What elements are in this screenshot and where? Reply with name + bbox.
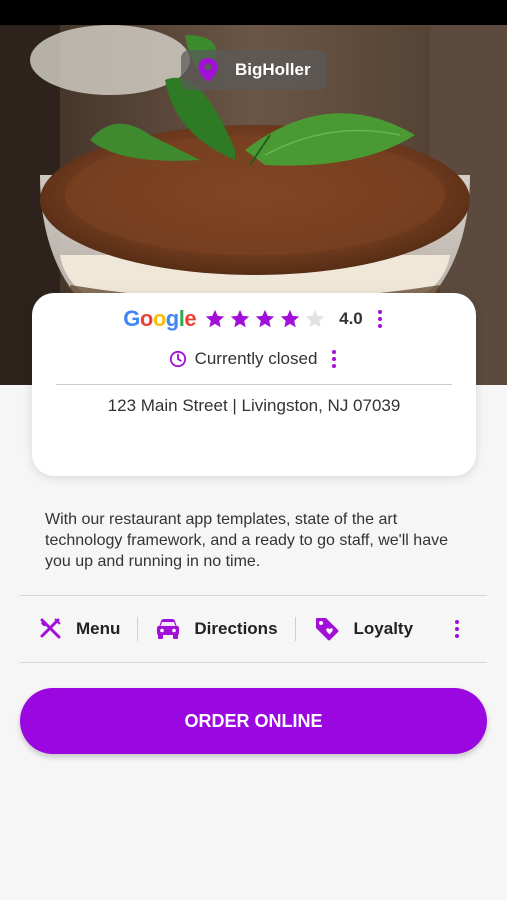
hours-more-icon[interactable] (329, 347, 339, 371)
menu-button[interactable]: Menu (38, 617, 120, 641)
action-separator (294, 617, 296, 641)
clock-icon (169, 350, 186, 368)
star-filled-icon (255, 309, 275, 328)
action-bar: Menu Directions Loyalty (20, 596, 487, 662)
hours-status: Currently closed (194, 349, 318, 368)
google-logo: Google (123, 306, 197, 331)
utensils-icon (40, 618, 61, 639)
divider-bottom (20, 662, 487, 663)
card-divider (56, 384, 452, 385)
hours-row: Currently closed (32, 345, 476, 373)
menu-label: Menu (76, 619, 121, 638)
order-online-button[interactable]: ORDER ONLINE (20, 688, 487, 754)
rating-value: 4.0 (339, 309, 363, 328)
action-separator (137, 617, 139, 641)
star-empty-icon (305, 309, 325, 328)
description: With our restaurant app templates, state… (45, 511, 448, 570)
car-icon (157, 619, 180, 639)
directions-button[interactable]: Directions (156, 618, 278, 640)
location-badge[interactable]: BigHoller (181, 50, 327, 90)
actions-more-icon[interactable] (452, 617, 462, 641)
tag-icon (315, 618, 339, 641)
loyalty-button[interactable]: Loyalty (314, 616, 414, 642)
star-filled-icon (280, 309, 300, 328)
star-rating (204, 308, 329, 330)
address[interactable]: 123 Main Street | Livingston, NJ 07039 (32, 396, 476, 416)
brand-name: BigHoller (235, 60, 311, 79)
rating-more-icon[interactable] (375, 307, 385, 331)
map-pin-icon (198, 58, 218, 82)
rating-row: Google 4.0 (32, 305, 476, 333)
star-filled-icon (230, 309, 250, 328)
status-bar (0, 0, 507, 25)
star-filled-icon (205, 309, 225, 328)
loyalty-label: Loyalty (353, 619, 414, 638)
info-card: Google 4.0 Currently closed 123 Main Str… (32, 293, 476, 476)
directions-label: Directions (194, 619, 278, 638)
